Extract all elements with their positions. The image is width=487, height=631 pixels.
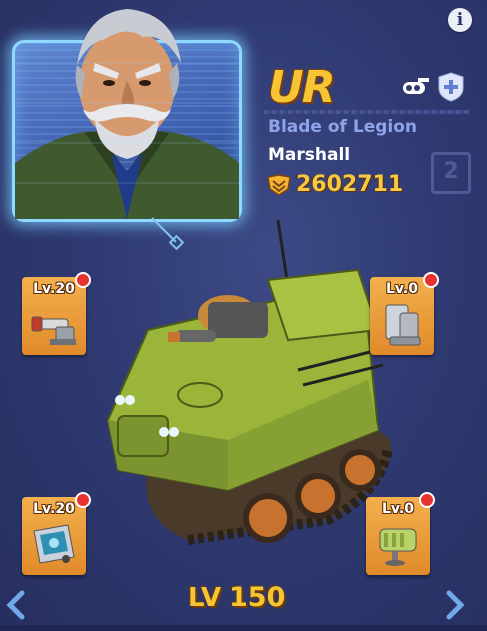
armor-plate-icon	[385, 304, 421, 346]
level-value: 150	[229, 582, 286, 613]
chevron-left-icon[interactable]	[4, 590, 28, 620]
hero-name: Marshall	[268, 145, 351, 165]
level-label: LV	[188, 583, 222, 613]
equip-slot-top-right[interactable]: Lv.0	[370, 272, 439, 355]
hero-portrait[interactable]	[12, 9, 242, 222]
cannon-icon	[31, 316, 76, 345]
info-icon[interactable]: i	[448, 8, 472, 32]
equip-slot-top-left[interactable]: Lv.20	[22, 272, 91, 355]
alert-dot	[423, 272, 439, 288]
tank-type-icon	[403, 78, 429, 94]
power-value: 2602711	[296, 172, 404, 197]
alert-dot	[75, 492, 91, 508]
rank-label: UR	[268, 62, 336, 113]
formation-slot-badge[interactable]: 2	[431, 152, 471, 194]
equip-slot-bottom-right[interactable]: Lv.0	[366, 492, 435, 575]
bottom-strip	[0, 625, 487, 631]
chevron-right-icon[interactable]	[443, 590, 467, 620]
radar-icon	[33, 524, 75, 564]
hero-portrait-art	[15, 9, 239, 219]
shield-plus-icon	[438, 72, 464, 102]
tank-illustration	[106, 220, 393, 545]
equip-slot-bottom-left[interactable]: Lv.20	[22, 492, 91, 575]
power-icon	[267, 174, 291, 196]
hero-title: Blade of Legion	[268, 117, 418, 137]
alert-dot	[419, 492, 435, 508]
engine-icon	[379, 528, 417, 566]
alert-dot	[75, 272, 91, 288]
info-glyph: i	[456, 10, 464, 30]
